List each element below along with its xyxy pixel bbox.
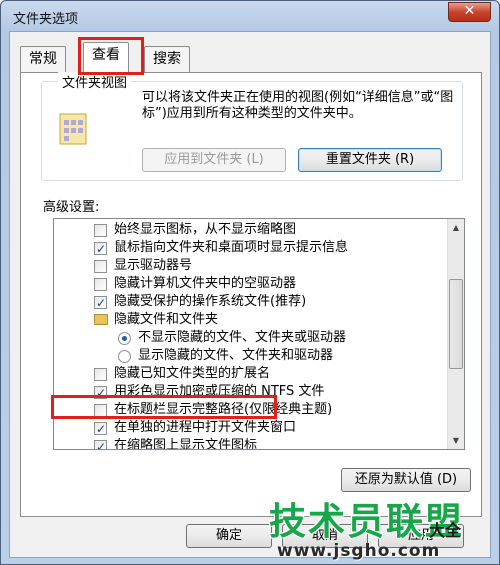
site-watermark: 技术员联盟 大全 www.jsgho.com bbox=[269, 489, 500, 565]
setting-checkbox[interactable] bbox=[94, 420, 107, 438]
tab-view[interactable]: 查看 bbox=[83, 42, 129, 73]
folder-icon bbox=[94, 314, 108, 325]
setting-label: 在单独的进程中打开文件夹窗口 bbox=[114, 420, 297, 435]
list-item[interactable]: 始终显示图标，从不显示缩略图 bbox=[54, 221, 446, 239]
ok-button[interactable]: 确定 bbox=[186, 524, 272, 548]
folder-views-title: 文件夹视图 bbox=[58, 72, 132, 91]
list-item[interactable]: 显示隐藏的文件、文件夹和驱动器 bbox=[54, 347, 446, 365]
setting-checkbox[interactable] bbox=[94, 224, 107, 237]
setting-label: 显示驱动器号 bbox=[114, 258, 193, 273]
list-item[interactable]: 隐藏已知文件类型的扩展名 bbox=[54, 365, 446, 383]
dialog-client: 常规 查看 搜索 文件夹视图 可以将该文件夹正在使用的视图(例如“详细信息”或“… bbox=[9, 31, 491, 558]
scroll-up-arrow-icon[interactable]: ▲ bbox=[448, 219, 464, 236]
list-item: 隐藏文件和文件夹 bbox=[54, 311, 446, 329]
setting-label: 不显示隐藏的文件、文件夹或驱动器 bbox=[138, 330, 347, 345]
list-item[interactable]: 在标题栏显示完整路径(仅限经典主题) bbox=[54, 401, 446, 419]
view-tab-panel: 文件夹视图 可以将该文件夹正在使用的视图(例如“详细信息”或“图标”)应用到所有… bbox=[20, 72, 482, 517]
setting-label: 隐藏计算机文件夹中的空驱动器 bbox=[114, 276, 297, 291]
setting-checkbox[interactable] bbox=[94, 384, 107, 402]
apply-to-folders-button[interactable]: 应用到文件夹 (L) bbox=[142, 148, 286, 172]
list-item[interactable]: 隐藏受保护的操作系统文件(推荐) bbox=[54, 293, 446, 312]
setting-checkbox[interactable] bbox=[94, 404, 107, 417]
setting-checkbox[interactable] bbox=[94, 368, 107, 381]
list-item[interactable]: 鼠标指向文件夹和桌面项时显示提示信息 bbox=[54, 239, 446, 258]
list-scrollbar[interactable]: ▲ ▼ bbox=[447, 219, 464, 449]
list-item[interactable]: 用彩色显示加密或压缩的 NTFS 文件 bbox=[54, 383, 446, 402]
folder-options-dialog: 文件夹选项 ✕ 常规 查看 搜索 文件夹视图 可以将该文件夹正在使用的视图(例如… bbox=[0, 0, 500, 565]
list-item[interactable]: 在缩略图上显示文件图标 bbox=[54, 437, 446, 450]
setting-label: 隐藏文件和文件夹 bbox=[114, 312, 219, 327]
list-item[interactable]: 显示驱动器号 bbox=[54, 257, 446, 275]
reset-folders-button[interactable]: 重置文件夹 (R) bbox=[298, 148, 442, 172]
title-bar: 文件夹选项 ✕ bbox=[1, 1, 499, 31]
close-button[interactable]: ✕ bbox=[448, 2, 491, 22]
setting-label: 始终显示图标，从不显示缩略图 bbox=[114, 222, 297, 237]
folder-view-icon bbox=[59, 113, 87, 145]
setting-label: 用彩色显示加密或压缩的 NTFS 文件 bbox=[114, 384, 325, 399]
list-item[interactable]: 在单独的进程中打开文件夹窗口 bbox=[54, 419, 446, 438]
tab-general[interactable]: 常规 bbox=[20, 46, 66, 72]
tab-search[interactable]: 搜索 bbox=[144, 46, 190, 72]
setting-checkbox[interactable] bbox=[94, 278, 107, 291]
setting-label: 显示隐藏的文件、文件夹和驱动器 bbox=[138, 348, 334, 363]
advanced-settings-label: 高级设置: bbox=[43, 200, 100, 215]
setting-radio[interactable] bbox=[118, 350, 131, 363]
folder-views-group: 文件夹视图 可以将该文件夹正在使用的视图(例如“详细信息”或“图标”)应用到所有… bbox=[41, 72, 463, 181]
setting-checkbox[interactable] bbox=[94, 240, 107, 258]
setting-checkbox[interactable] bbox=[94, 438, 107, 449]
setting-label: 鼠标指向文件夹和桌面项时显示提示信息 bbox=[114, 240, 349, 255]
watermark-sub-text: 大全 bbox=[429, 521, 462, 540]
list-item[interactable]: 隐藏计算机文件夹中的空驱动器 bbox=[54, 275, 446, 293]
advanced-settings-list[interactable]: 在缩略图上显示文件图标 在单独的进程中打开文件夹窗口 在标题栏显示完整路径(仅限经典… bbox=[53, 218, 465, 450]
setting-label: 在缩略图上显示文件图标 bbox=[114, 438, 258, 450]
setting-radio[interactable] bbox=[118, 332, 131, 345]
scroll-thumb[interactable] bbox=[449, 279, 463, 369]
scroll-down-arrow-icon[interactable]: ▼ bbox=[448, 432, 464, 449]
setting-label: 在标题栏显示完整路径(仅限经典主题) bbox=[114, 402, 333, 417]
setting-label: 隐藏已知文件类型的扩展名 bbox=[114, 366, 271, 381]
folder-views-description: 可以将该文件夹正在使用的视图(例如“详细信息”或“图标”)应用到所有这种类型的文… bbox=[142, 90, 454, 121]
list-item[interactable]: 不显示隐藏的文件、文件夹或驱动器 bbox=[54, 329, 446, 347]
window-title: 文件夹选项 bbox=[13, 12, 79, 27]
setting-checkbox[interactable] bbox=[94, 294, 107, 312]
setting-label: 隐藏受保护的操作系统文件(推荐) bbox=[114, 294, 307, 309]
watermark-url: www.jsgho.com bbox=[277, 541, 441, 561]
setting-checkbox[interactable] bbox=[94, 260, 107, 273]
